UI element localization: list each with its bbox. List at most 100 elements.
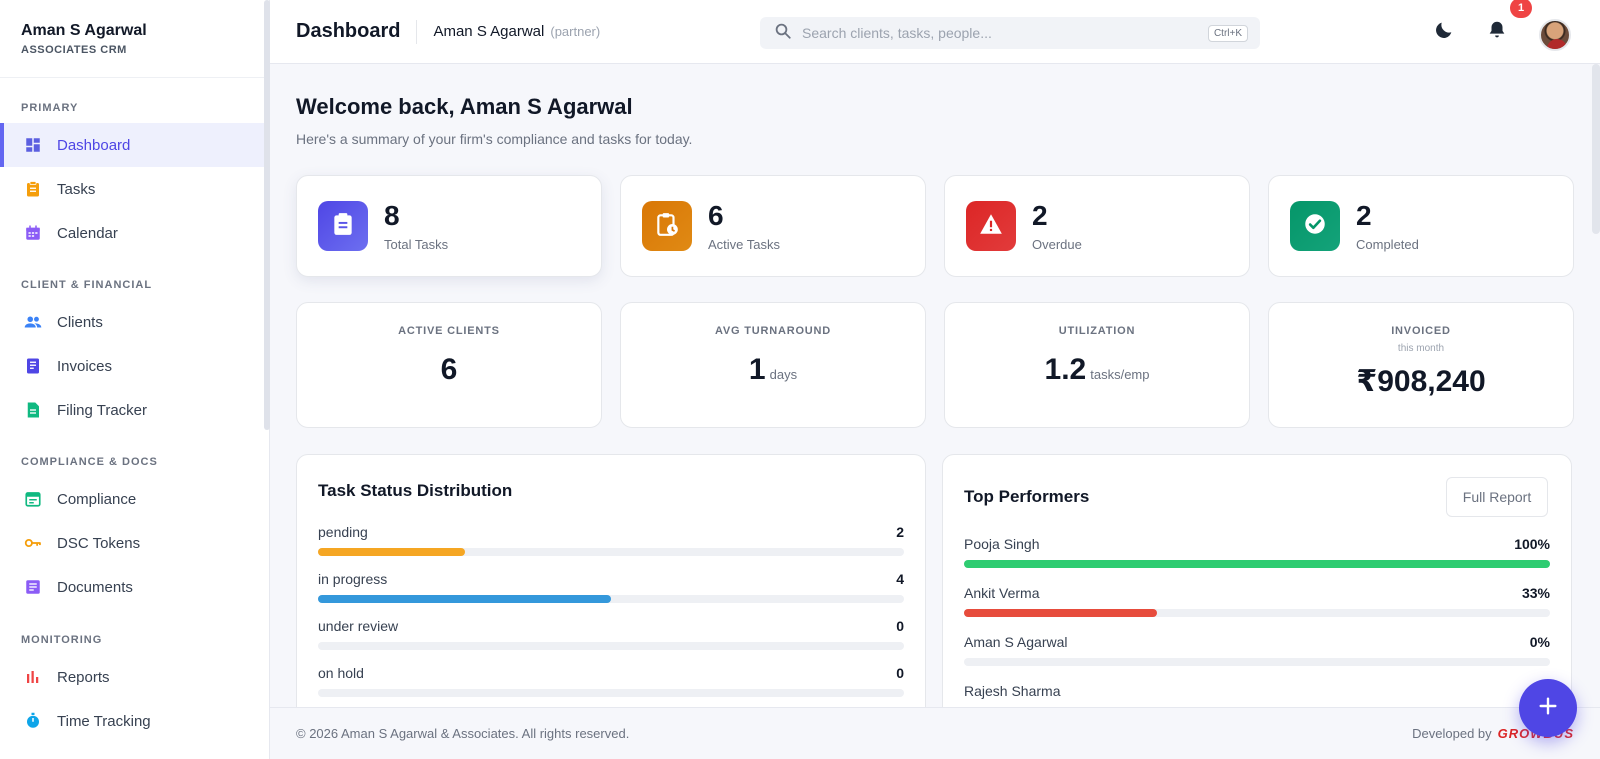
developed-by-text: Developed by (1412, 726, 1492, 741)
sidebar-item-label: Invoices (57, 357, 113, 375)
add-button[interactable] (1519, 679, 1577, 737)
stat-value: 2 (1356, 199, 1372, 231)
status-label: on hold (318, 665, 364, 681)
status-count: 0 (896, 618, 904, 634)
status-track (318, 689, 904, 697)
current-user-name: Aman S Agarwal (433, 23, 545, 40)
performer-percent: 0% (1529, 634, 1550, 650)
check-circle-icon (1302, 211, 1328, 242)
avatar[interactable] (1539, 19, 1571, 51)
performer-track (964, 560, 1550, 568)
topbar: Dashboard Aman S Agarwal (partner) Ctrl+… (270, 0, 1600, 64)
status-row: pending 2 (318, 524, 904, 560)
task-status-title: Task Status Distribution (318, 481, 513, 500)
sidebar-item-label: Documents (57, 578, 133, 596)
kpi-title: ACTIVE CLIENTS (398, 325, 500, 337)
sidebar: Aman S Agarwal ASSOCIATES CRM PRIMARY Da… (0, 0, 270, 759)
stat-card[interactable]: 2 Overdue (944, 175, 1250, 277)
sidebar-item-compliance[interactable]: Compliance (0, 477, 269, 521)
topbar-divider (416, 19, 418, 44)
sidebar-item-invoices[interactable]: Invoices (0, 344, 269, 388)
sidebar-item-label: DSC Tokens (57, 534, 141, 552)
sidebar-item-clients[interactable]: Clients (0, 300, 269, 344)
status-count: 0 (896, 665, 904, 681)
top-performers-panel: Top Performers Full Report Pooja Singh 1… (942, 454, 1572, 707)
performer-name: Aman S Agarwal (964, 634, 1068, 650)
sidebar-item-filing-tracker[interactable]: Filing Tracker (0, 388, 269, 432)
status-fill (318, 595, 611, 603)
brand: Aman S Agarwal ASSOCIATES CRM (0, 0, 269, 78)
kpi-card: ACTIVE CLIENTS 6 (296, 302, 602, 428)
status-label: in progress (318, 571, 388, 587)
sidebar-item-calendar[interactable]: Calendar (0, 211, 269, 255)
stat-label: Total Tasks (384, 236, 449, 252)
kpi-number: 1.2 (1044, 353, 1087, 386)
search-shortcut-hint: Ctrl+K (1207, 24, 1248, 42)
kpi-title: INVOICED (1391, 325, 1451, 337)
nav-section-title: PRIMARY (21, 102, 79, 114)
footer: © 2026 Aman S Agarwal & Associates. All … (270, 707, 1600, 759)
search-icon (774, 22, 792, 45)
performer-name: Pooja Singh (964, 536, 1040, 552)
dark-mode-toggle[interactable] (1432, 20, 1456, 44)
calendar-check-icon (24, 490, 42, 508)
performer-row: Aman S Agarwal 0% (964, 634, 1550, 670)
bar-chart-icon (24, 668, 42, 686)
search-bar[interactable]: Ctrl+K (760, 17, 1260, 49)
search-input[interactable] (802, 25, 1208, 41)
current-user-role: (partner) (550, 24, 601, 39)
calendar-icon (24, 224, 42, 242)
kpi-title: UTILIZATION (1058, 325, 1136, 337)
status-row: on hold 0 (318, 665, 904, 701)
dashboard-icon (24, 136, 42, 154)
stat-value: 2 (1032, 199, 1048, 231)
stopwatch-icon (24, 712, 42, 730)
key-icon (24, 534, 42, 552)
status-count: 2 (896, 524, 904, 540)
sidebar-item-dsc-tokens[interactable]: DSC Tokens (0, 521, 269, 565)
stat-card[interactable]: 6 Active Tasks (620, 175, 926, 277)
performer-percent: 100% (1514, 536, 1550, 552)
sidebar-item-reports[interactable]: Reports (0, 655, 269, 699)
page-scrollbar[interactable] (1592, 64, 1600, 234)
sidebar-item-workload[interactable]: Workload (0, 743, 269, 759)
nav-section-title: MONITORING (21, 634, 103, 646)
brand-subtitle: ASSOCIATES CRM (21, 44, 127, 56)
performer-track (964, 658, 1550, 666)
kpi-value: 1 days (621, 353, 925, 387)
status-fill (318, 548, 465, 556)
sidebar-item-documents[interactable]: Documents (0, 565, 269, 609)
kpi-subtitle: this month (1397, 343, 1445, 354)
bell-icon (1486, 19, 1508, 46)
kpi-value: 6 (297, 353, 601, 387)
top-performers-title: Top Performers (964, 487, 1090, 506)
file-icon (24, 401, 42, 419)
stat-card[interactable]: 2 Completed (1268, 175, 1574, 277)
sidebar-item-dashboard[interactable]: Dashboard (0, 123, 269, 167)
kpi-value: ₹908,240 (1269, 364, 1573, 399)
sidebar-item-label: Dashboard (57, 136, 131, 154)
nav-section-title: CLIENT & FINANCIAL (21, 279, 153, 291)
sidebar-item-label: Calendar (57, 224, 118, 242)
notifications-button[interactable] (1485, 20, 1509, 44)
performer-row: Ankit Verma 33% (964, 585, 1550, 621)
sidebar-item-label: Time Tracking (57, 712, 151, 730)
status-track (318, 642, 904, 650)
clipboard-clock-icon (654, 211, 680, 242)
kpi-card: INVOICED this month ₹908,240 (1268, 302, 1574, 428)
stat-icon-tile (318, 201, 368, 251)
sidebar-item-time-tracking[interactable]: Time Tracking (0, 699, 269, 743)
performer-row: Rajesh Sharma (964, 683, 1550, 707)
brand-name: Aman S Agarwal (21, 22, 147, 39)
notification-badge: 1 (1510, 0, 1532, 18)
status-track (318, 548, 904, 556)
kpi-number: ₹908,240 (1356, 365, 1486, 398)
sidebar-item-tasks[interactable]: Tasks (0, 167, 269, 211)
warning-icon (978, 211, 1004, 242)
sidebar-item-label: Tasks (57, 180, 96, 198)
kpi-card: AVG TURNAROUND 1 days (620, 302, 926, 428)
page-title: Dashboard (296, 20, 401, 42)
full-report-button[interactable]: Full Report (1446, 477, 1548, 517)
stat-card[interactable]: 8 Total Tasks (296, 175, 602, 277)
status-row: in progress 4 (318, 571, 904, 607)
